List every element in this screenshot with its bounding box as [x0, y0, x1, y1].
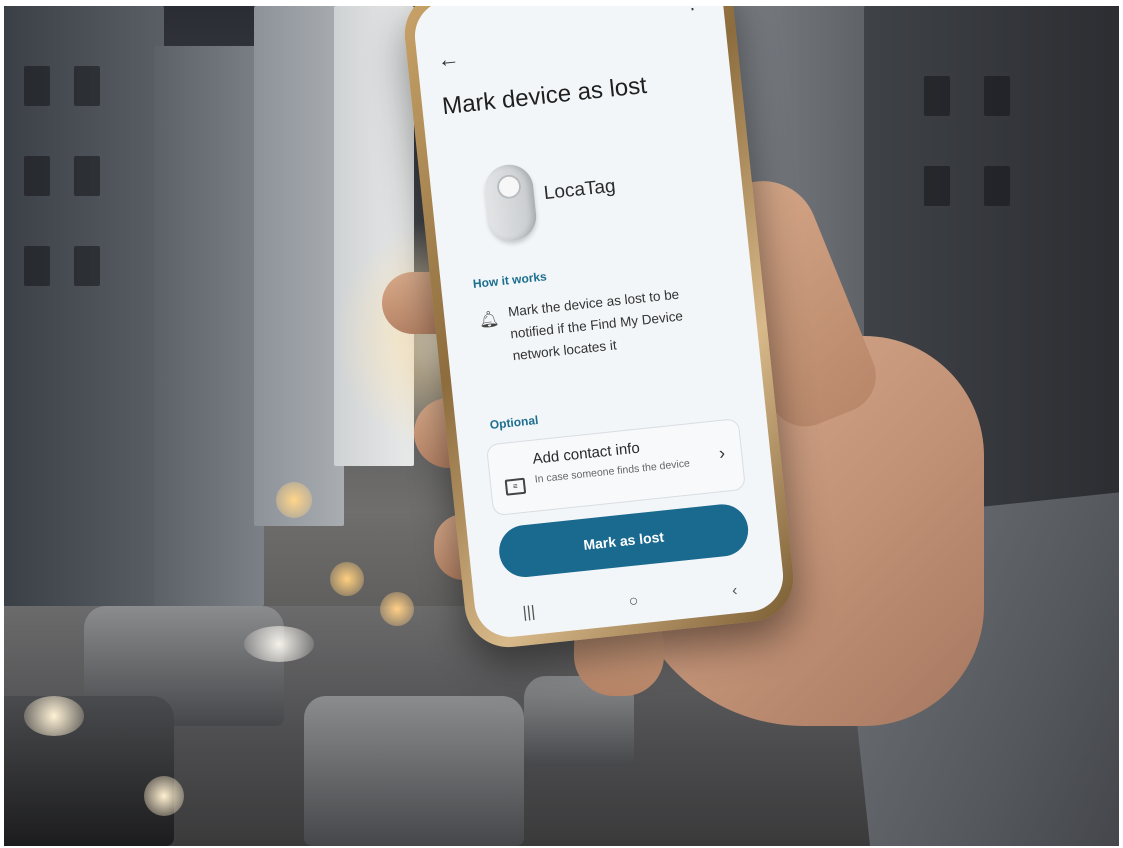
home-icon[interactable]: ○ — [628, 593, 640, 612]
building-left — [4, 6, 164, 706]
more-vert-icon[interactable]: ⋮ — [682, 6, 702, 15]
bokeh-light — [244, 626, 314, 662]
screen-title: Mark device as lost — [440, 71, 649, 121]
window — [74, 156, 100, 196]
bokeh-light — [144, 776, 184, 816]
window — [984, 166, 1010, 206]
bokeh-light — [24, 696, 84, 736]
bokeh-light — [380, 592, 414, 626]
locatag-device-image — [482, 162, 539, 243]
back-arrow-icon[interactable]: ← — [436, 45, 461, 73]
phone: ⋮ ← Mark device as lost LocaTag How it w… — [400, 6, 798, 652]
optional-heading: Optional — [489, 413, 539, 433]
bell-icon: 🔔︎ — [478, 310, 501, 330]
window — [924, 76, 950, 116]
window — [74, 246, 100, 286]
car — [304, 696, 524, 846]
building — [154, 46, 264, 606]
phone-screen: ⋮ ← Mark device as lost LocaTag How it w… — [411, 6, 787, 641]
building — [254, 6, 344, 526]
window — [924, 166, 950, 206]
contact-card-icon: ≡ — [504, 477, 527, 496]
window — [24, 246, 50, 286]
window — [24, 66, 50, 106]
how-it-works-text: Mark the device as lost to be notified i… — [507, 286, 684, 364]
bokeh-light — [330, 562, 364, 596]
device-name: LocaTag — [542, 175, 617, 205]
mark-as-lost-button[interactable]: Mark as lost — [496, 501, 751, 580]
add-contact-info-card[interactable]: ≡ Add contact info In case someone finds… — [485, 418, 747, 517]
back-nav-icon[interactable]: ‹ — [731, 582, 738, 600]
chevron-right-icon: › — [718, 442, 727, 464]
bokeh-light — [276, 482, 312, 518]
window — [24, 156, 50, 196]
photo-scene: ⋮ ← Mark device as lost LocaTag How it w… — [4, 6, 1119, 846]
recents-icon[interactable]: ||| — [522, 603, 536, 622]
how-it-works-heading: How it works — [472, 269, 548, 292]
window — [984, 76, 1010, 116]
window — [74, 66, 100, 106]
